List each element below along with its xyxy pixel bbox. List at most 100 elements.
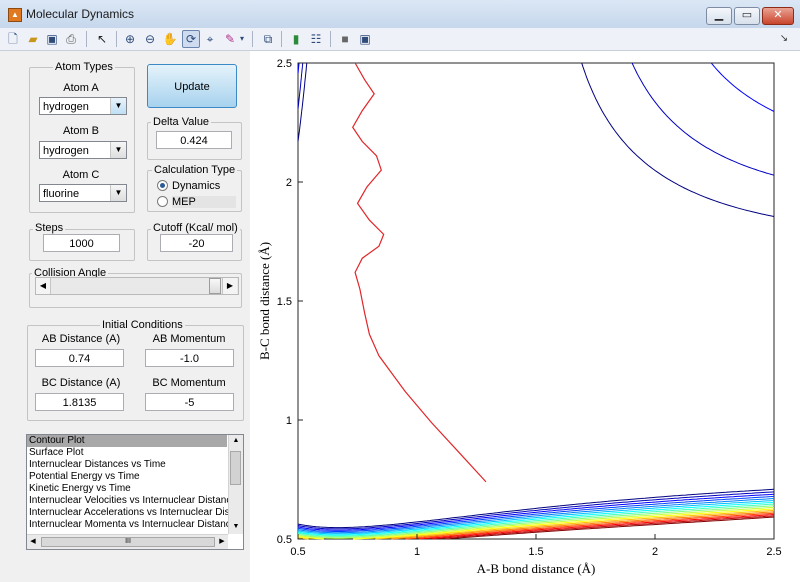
- chevron-down-icon: ▼: [110, 98, 126, 114]
- scroll-right-icon[interactable]: ▶: [216, 535, 228, 549]
- hscroll-thumb[interactable]: III: [41, 537, 215, 547]
- dock-arrow-icon[interactable]: ↘: [776, 31, 792, 47]
- zoom-in-icon[interactable]: ⊕: [122, 31, 138, 47]
- y-tick-label: 2: [286, 177, 292, 189]
- chevron-left-icon[interactable]: ◀: [36, 278, 51, 294]
- save-icon[interactable]: ▣: [44, 31, 60, 47]
- dynamics-radio[interactable]: [157, 180, 168, 191]
- link-plot-icon[interactable]: ⧉: [260, 31, 276, 47]
- plot-type-item[interactable]: Internuclear Distances vs Time: [27, 459, 227, 471]
- y-tick-label: 1.5: [277, 296, 292, 308]
- rotate-3d-icon[interactable]: ⟳: [182, 30, 200, 48]
- steps-input[interactable]: 1000: [43, 234, 120, 252]
- plot-type-item[interactable]: Contour Plot: [27, 435, 227, 447]
- x-tick-label: 1: [414, 546, 420, 558]
- title-bar: ▲ Molecular Dynamics ▁ ▭ ✕: [0, 0, 800, 29]
- minimize-icon: ▁: [714, 9, 724, 21]
- atom-types-title: Atom Types: [53, 61, 115, 73]
- contour-plot[interactable]: 0.5 1 1.5 2 2.5 0.5 1 1.5 2 2.5 A-B bond distance…: [258, 56, 794, 580]
- restore-icon: ▭: [741, 9, 753, 21]
- atom-c-select[interactable]: fluorine ▼: [39, 184, 127, 202]
- matlab-app-icon: ▲: [8, 8, 22, 22]
- y-axis-label: B-C bond distance (Å): [258, 242, 272, 360]
- atom-a-select[interactable]: hydrogen ▼: [39, 97, 127, 115]
- dynamics-label: Dynamics: [172, 180, 221, 192]
- collision-angle-slider[interactable]: ◀ ▶: [35, 277, 239, 295]
- horizontal-scrollbar[interactable]: ◀ III ▶: [27, 534, 228, 549]
- restore-button[interactable]: ▭: [734, 7, 760, 25]
- ab-momentum-input[interactable]: -1.0: [145, 349, 234, 367]
- atom-b-select[interactable]: hydrogen ▼: [39, 141, 127, 159]
- atom-c-label: Atom C: [62, 169, 100, 181]
- pan-hand-icon[interactable]: ✋: [162, 31, 178, 47]
- ab-momentum-label: AB Momentum: [152, 333, 226, 345]
- figure-toolbar: 🗋 ▰ ▣ ⎙ ↖ ⊕ ⊖ ✋ ⟳ ⌖ ✎ ▾ ⧉ ▮ ☷ ■ ▣ ↘: [0, 28, 800, 51]
- toolbar-separator: [252, 31, 253, 47]
- vertical-scrollbar[interactable]: ▲ ▼: [228, 435, 243, 534]
- mep-label: MEP: [172, 196, 236, 208]
- atom-a-value: hydrogen: [43, 101, 89, 113]
- open-folder-icon[interactable]: ▰: [25, 31, 41, 47]
- legend-icon[interactable]: ☷: [308, 31, 324, 47]
- plot-type-list[interactable]: Contour Plot Surface Plot Internuclear Dis…: [26, 434, 244, 550]
- atom-b-label: Atom B: [62, 125, 100, 137]
- data-cursor-icon[interactable]: ⌖: [202, 31, 218, 47]
- update-button[interactable]: Update: [147, 64, 237, 108]
- plot-type-item[interactable]: Internuclear Momenta vs Internuclear Dis…: [27, 519, 236, 531]
- atom-b-value: hydrogen: [43, 145, 89, 157]
- y-tick-label: 2.5: [277, 58, 292, 70]
- y-tick-label: 0.5: [277, 534, 292, 546]
- scroll-down-icon[interactable]: ▼: [229, 521, 243, 533]
- scroll-thumb[interactable]: [230, 451, 241, 485]
- chevron-down-icon: ▼: [110, 185, 126, 201]
- hide-plot-tools-icon[interactable]: ■: [337, 31, 353, 47]
- bc-momentum-label: BC Momentum: [152, 377, 226, 389]
- x-axis-label: A-B bond distance (Å): [477, 561, 596, 576]
- bc-distance-label: BC Distance (A): [41, 377, 121, 389]
- atom-a-label: Atom A: [63, 82, 99, 94]
- mep-radio[interactable]: [157, 196, 168, 207]
- x-tick-label: 2.5: [766, 546, 781, 558]
- brush-dropdown-icon[interactable]: ▾: [238, 31, 246, 47]
- x-tick-label: 2: [652, 546, 658, 558]
- bc-distance-input[interactable]: 1.8135: [35, 393, 124, 411]
- print-icon[interactable]: ⎙: [63, 31, 79, 47]
- scroll-up-icon[interactable]: ▲: [229, 435, 243, 447]
- y-tick-label: 1: [286, 415, 292, 427]
- slider-thumb[interactable]: [209, 278, 221, 294]
- minimize-button[interactable]: ▁: [706, 7, 732, 25]
- zoom-out-icon[interactable]: ⊖: [142, 31, 158, 47]
- chevron-down-icon: ▼: [110, 142, 126, 158]
- window-title: Molecular Dynamics: [26, 7, 135, 21]
- x-tick-label: 0.5: [290, 546, 305, 558]
- toolbar-separator: [86, 31, 87, 47]
- toolbar-separator: [330, 31, 331, 47]
- pointer-icon[interactable]: ↖: [94, 31, 110, 47]
- show-plot-tools-icon[interactable]: ▣: [357, 31, 373, 47]
- plot-type-item[interactable]: Surface Plot: [27, 447, 227, 459]
- delta-value-input[interactable]: 0.424: [156, 131, 232, 149]
- steps-label: Steps: [33, 222, 66, 234]
- plot-type-item[interactable]: Internuclear Velocities vs Internuclear …: [27, 495, 237, 507]
- cutoff-input[interactable]: -20: [160, 234, 233, 252]
- toolbar-separator: [281, 31, 282, 47]
- colorbar-icon[interactable]: ▮: [288, 31, 304, 47]
- x-tick-label: 1.5: [528, 546, 543, 558]
- plot-type-item[interactable]: Internuclear Accelerations vs Internucle…: [27, 507, 238, 519]
- new-file-icon[interactable]: 🗋: [5, 31, 21, 47]
- ab-distance-input[interactable]: 0.74: [35, 349, 124, 367]
- plot-type-item[interactable]: Potential Energy vs Time: [27, 471, 227, 483]
- close-icon: ✕: [773, 9, 783, 21]
- brush-icon[interactable]: ✎: [222, 31, 238, 47]
- hscroll-grip: III: [125, 538, 131, 545]
- atom-c-value: fluorine: [43, 188, 80, 200]
- plot-axes-frame: [297, 62, 775, 540]
- plot-type-item[interactable]: Kinetic Energy vs Time: [27, 483, 227, 495]
- plot-type-items: Contour Plot Surface Plot Internuclear Dis…: [27, 435, 238, 531]
- close-button[interactable]: ✕: [762, 7, 794, 25]
- chevron-right-icon[interactable]: ▶: [222, 278, 237, 294]
- cutoff-label: Cutoff (Kcal/ mol): [151, 222, 240, 234]
- ab-distance-label: AB Distance (A): [41, 333, 121, 345]
- bc-momentum-input[interactable]: -5: [145, 393, 234, 411]
- scroll-left-icon[interactable]: ◀: [27, 535, 39, 549]
